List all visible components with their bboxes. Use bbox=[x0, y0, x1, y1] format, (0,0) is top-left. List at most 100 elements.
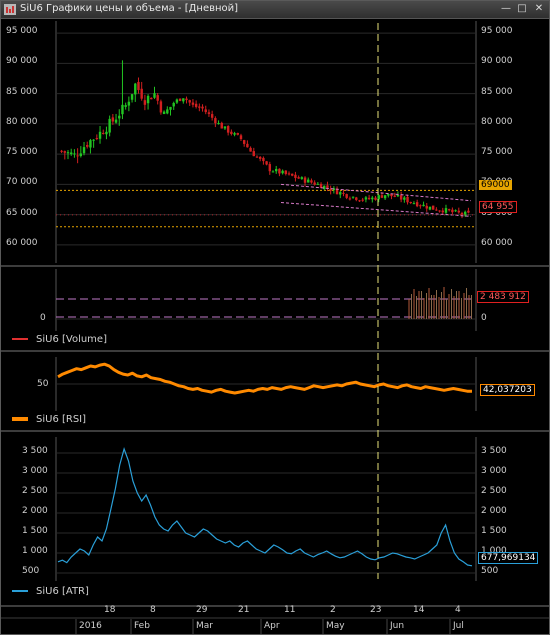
atr-tick-right: 2 000 bbox=[481, 506, 507, 516]
price-candle-body bbox=[246, 143, 249, 148]
atr-tick-left: 2 000 bbox=[22, 506, 48, 516]
price-tick-right: 60 000 bbox=[481, 237, 513, 248]
price-tick-right: 95 000 bbox=[481, 26, 513, 37]
price-candle-body bbox=[358, 200, 361, 202]
price-candle-body bbox=[236, 132, 239, 135]
price-candle-body bbox=[316, 183, 320, 185]
price-tick-left: 70 000 bbox=[6, 177, 38, 188]
volume-legend-swatch bbox=[12, 338, 28, 340]
price-tick-right: 85 000 bbox=[481, 86, 513, 97]
last-price-label: 64 955 bbox=[479, 201, 517, 213]
atr-tick-left: 500 bbox=[22, 566, 40, 576]
price-candle-body bbox=[76, 155, 79, 157]
chart-canvas[interactable] bbox=[1, 1, 549, 634]
price-candle-body bbox=[127, 101, 131, 106]
price-candle-body bbox=[134, 83, 137, 95]
price-candle-body bbox=[409, 201, 412, 203]
price-candle-body bbox=[79, 153, 83, 157]
atr-tick-left: 1 500 bbox=[22, 526, 48, 536]
price-candle-body bbox=[371, 197, 374, 200]
price-tick-right: 75 000 bbox=[481, 147, 513, 158]
price-candle-body bbox=[130, 94, 134, 100]
price-candle-body bbox=[425, 205, 428, 209]
time-axis-month-label: 2016 bbox=[79, 621, 102, 631]
price-candle-body bbox=[467, 210, 470, 213]
price-candle-body bbox=[118, 115, 121, 119]
price-candle-body bbox=[297, 177, 300, 179]
price-candle-body bbox=[441, 210, 444, 213]
atr-legend-label: SiU6 [ATR] bbox=[36, 586, 89, 597]
price-candle-body bbox=[380, 195, 384, 198]
atr-tick-left: 3 000 bbox=[22, 466, 48, 476]
price-candle-body bbox=[300, 177, 304, 179]
price-tick-right: 80 000 bbox=[481, 116, 513, 127]
atr-line bbox=[57, 447, 473, 567]
price-candle-body bbox=[214, 118, 217, 124]
price-candle-body bbox=[342, 192, 345, 194]
price-candle-body bbox=[60, 150, 63, 152]
level-price-label: 69000 bbox=[479, 180, 512, 190]
time-axis-month-label: Feb bbox=[134, 621, 150, 631]
price-tick-right: 90 000 bbox=[481, 56, 513, 67]
price-candle-body bbox=[278, 168, 281, 174]
atr-tick-left: 1 000 bbox=[22, 546, 48, 556]
price-candle-body bbox=[121, 104, 124, 115]
price-candle-body bbox=[268, 164, 272, 172]
price-candle-body bbox=[303, 177, 307, 183]
price-candle-body bbox=[82, 147, 86, 154]
price-candle-body bbox=[98, 131, 102, 139]
price-candle-body bbox=[166, 109, 169, 114]
price-candle-body bbox=[156, 95, 159, 101]
price-candle-body bbox=[230, 131, 233, 134]
price-candle-body bbox=[367, 197, 371, 200]
price-candle-body bbox=[86, 144, 89, 147]
atr-legend-swatch bbox=[12, 590, 28, 592]
price-candle-body bbox=[399, 195, 403, 200]
price-candle-body bbox=[284, 170, 288, 174]
volume-last-label: 2 483 912 bbox=[477, 291, 529, 303]
time-axis-month-label: Apr bbox=[264, 621, 280, 631]
price-candle-body bbox=[198, 106, 201, 108]
price-candle-body bbox=[428, 206, 432, 210]
rsi-axis-tick: 50 bbox=[37, 379, 49, 389]
time-axis-day-label: 29 bbox=[196, 605, 208, 615]
atr-tick-left: 2 500 bbox=[22, 486, 48, 496]
price-candle-body bbox=[226, 126, 230, 133]
price-candle-body bbox=[185, 98, 188, 100]
price-candle-body bbox=[291, 173, 294, 176]
rsi-legend: SiU6 [RSI] bbox=[12, 414, 86, 425]
atr-tick-right: 3 500 bbox=[481, 446, 507, 456]
price-candle-body bbox=[105, 131, 108, 135]
price-candle-body bbox=[313, 182, 316, 185]
price-candle-body bbox=[114, 119, 118, 123]
atr-tick-right: 500 bbox=[481, 566, 499, 576]
price-candle-body bbox=[258, 156, 262, 159]
volume-axis-left-tick: 0 bbox=[40, 313, 46, 323]
price-candle-body bbox=[159, 101, 163, 113]
price-candle-body bbox=[412, 203, 416, 205]
time-axis-day-label: 2 bbox=[330, 605, 336, 615]
price-candle-body bbox=[271, 171, 275, 173]
price-candle-body bbox=[431, 205, 435, 210]
time-axis-day-label: 8 bbox=[150, 605, 156, 615]
price-candle-body bbox=[162, 111, 166, 115]
price-candle-body bbox=[460, 212, 464, 215]
price-candle-body bbox=[89, 140, 92, 148]
price-candle-body bbox=[146, 95, 150, 104]
price-candle-body bbox=[262, 157, 265, 162]
time-axis-day-label: 23 bbox=[370, 605, 382, 615]
price-candle-body bbox=[422, 204, 425, 207]
rsi-legend-label: SiU6 [RSI] bbox=[36, 414, 87, 425]
chart-window: SiU6 Графики цены и объема - [Дневной] —… bbox=[0, 0, 550, 635]
price-tick-left: 60 000 bbox=[6, 237, 38, 248]
price-candle-body bbox=[188, 100, 191, 103]
price-tick-left: 90 000 bbox=[6, 56, 38, 67]
price-candle-body bbox=[207, 112, 211, 114]
atr-tick-right: 3 000 bbox=[481, 466, 507, 476]
price-candle-body bbox=[444, 208, 448, 213]
time-axis-day-label: 11 bbox=[284, 605, 296, 615]
price-candle-body bbox=[447, 209, 451, 211]
atr-last-label: 677,969134 bbox=[478, 552, 539, 564]
rsi-line bbox=[57, 362, 472, 395]
price-candle-body bbox=[242, 140, 246, 144]
